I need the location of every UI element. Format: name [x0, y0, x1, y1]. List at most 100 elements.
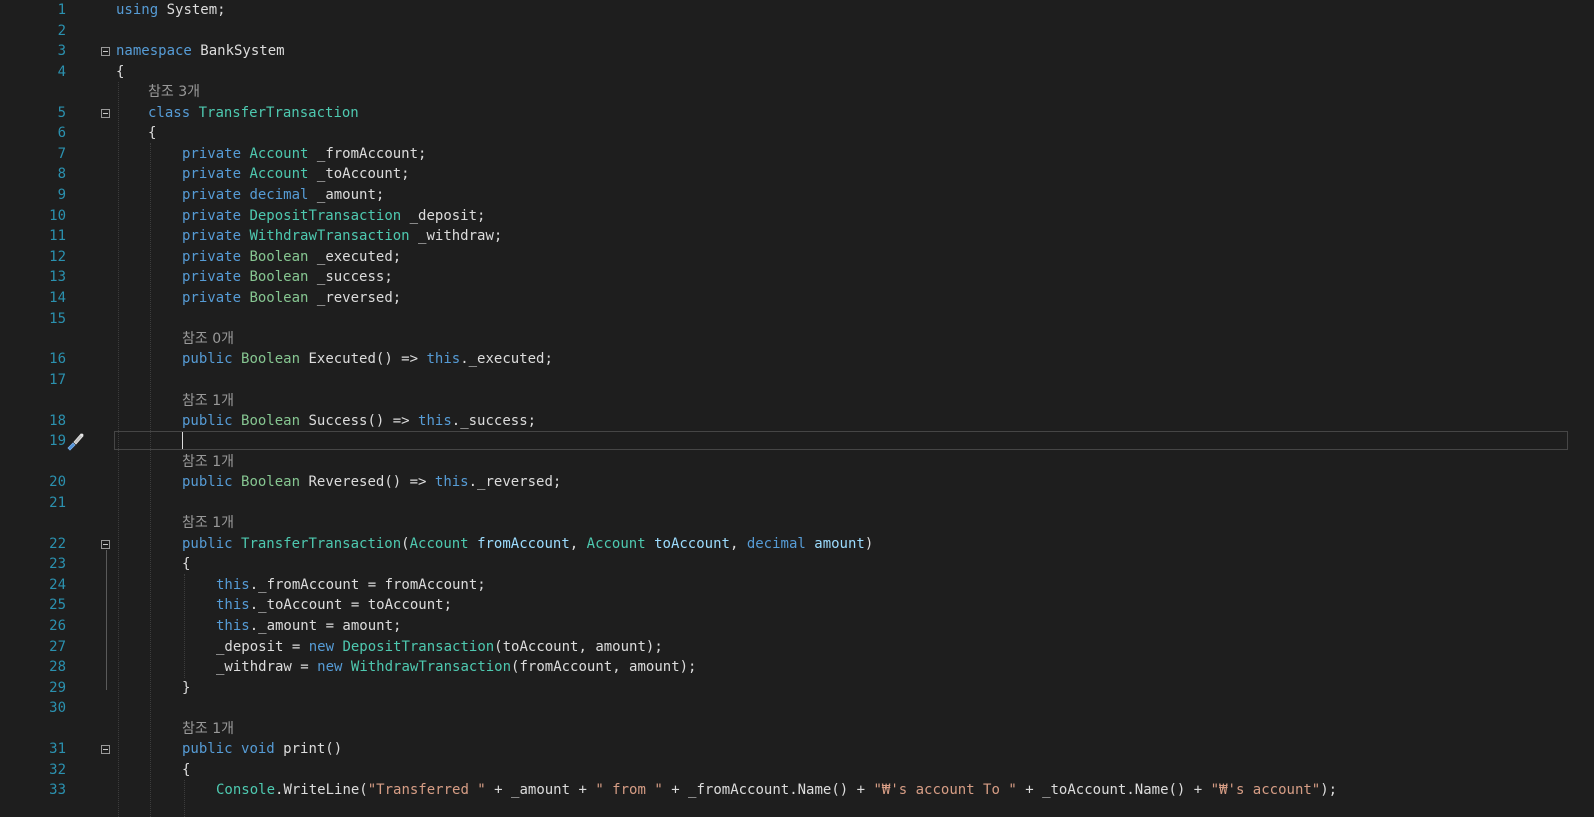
- code-line[interactable]: 33 Console.WriteLine("Transferred " + _am…: [0, 780, 1594, 800]
- line-number: 27: [49, 638, 66, 655]
- code-line[interactable]: 5 class TransferTransaction: [0, 103, 1594, 123]
- codelens-label[interactable]: 참조 1개: [182, 391, 234, 411]
- collapse-icon[interactable]: [101, 47, 110, 57]
- code-token: (toAccount, amount);: [494, 638, 663, 655]
- codelens-references[interactable]: 참조 1개: [0, 452, 1594, 472]
- code-token: Boolean: [249, 290, 309, 306]
- code-line[interactable]: 12 private Boolean _executed;: [0, 247, 1594, 267]
- code-token: namespace: [116, 43, 192, 60]
- line-number: 14: [49, 290, 66, 306]
- code-line[interactable]: 25 this._toAccount = toAccount;: [0, 595, 1594, 615]
- line-number: 21: [49, 494, 66, 511]
- code-line[interactable]: 29}: [0, 678, 1594, 698]
- code-text: {: [182, 554, 190, 574]
- line-number: 1: [57, 2, 66, 18]
- collapse-icon[interactable]: [101, 108, 110, 118]
- line-number: 32: [49, 761, 66, 778]
- code-text: this._fromAccount = fromAccount;: [216, 575, 486, 595]
- code-token: decimal: [746, 535, 806, 552]
- code-token: _withdraw;: [409, 228, 503, 245]
- code-token: new: [308, 638, 335, 655]
- code-text: using System;: [116, 0, 226, 20]
- line-number: 28: [49, 659, 66, 676]
- codelens-references[interactable]: 참조 1개: [0, 391, 1594, 411]
- code-token: private: [182, 248, 242, 265]
- line-number: 20: [49, 474, 66, 491]
- code-line[interactable]: 28 _withdraw = new WithdrawTransaction(fr…: [0, 657, 1594, 677]
- codelens-label[interactable]: 참조 0개: [182, 329, 234, 349]
- code-text: private Boolean _reversed;: [182, 288, 401, 308]
- code-line[interactable]: 30: [0, 698, 1594, 718]
- line-number: 4: [57, 63, 66, 80]
- code-line[interactable]: 6{: [0, 123, 1594, 143]
- code-text: public Boolean Success() => this._succes…: [182, 411, 536, 431]
- code-line[interactable]: 23 {: [0, 554, 1594, 574]
- code-token: BankSystem: [191, 43, 285, 60]
- collapse-icon[interactable]: [101, 745, 110, 755]
- code-token: _deposit;: [401, 207, 486, 224]
- code-line[interactable]: 32 {: [0, 760, 1594, 780]
- code-line[interactable]: 10 private DepositTransaction _deposit;: [0, 206, 1594, 226]
- code-token: DepositTransaction: [342, 638, 495, 655]
- code-line[interactable]: 16 public Boolean Executed() => this._exe…: [0, 349, 1594, 369]
- codelens-references[interactable]: 참조 3개: [0, 82, 1594, 102]
- code-line[interactable]: 18 public Boolean Success() => this._succ…: [0, 411, 1594, 431]
- code-line[interactable]: 20 public Boolean Reveresed() => this._re…: [0, 472, 1594, 492]
- code-token: ._executed;: [460, 351, 553, 368]
- method-indent-guide: [184, 574, 185, 678]
- code-line[interactable]: 14 private Boolean _reversed;: [0, 288, 1594, 308]
- line-number: 23: [49, 556, 66, 573]
- fold-region-line: [106, 549, 107, 690]
- line-number: 5: [57, 104, 66, 121]
- paintbrush-icon[interactable]: [64, 431, 86, 451]
- code-line[interactable]: 27 _deposit = new DepositTransaction(toAc…: [0, 637, 1594, 657]
- code-editor[interactable]: 1 using System; 2 3 namespace BankSystem 4{참조…: [0, 0, 1594, 817]
- code-line[interactable]: 2: [0, 21, 1594, 41]
- code-token: new: [317, 659, 343, 676]
- code-line[interactable]: 21: [0, 493, 1594, 513]
- codelens-references[interactable]: 참조 1개: [0, 719, 1594, 739]
- collapse-icon[interactable]: [101, 539, 110, 549]
- code-token: + _fromAccount.Name() +: [662, 782, 874, 799]
- code-line[interactable]: 15: [0, 309, 1594, 329]
- code-token: public: [182, 351, 233, 368]
- codelens-label[interactable]: 참조 1개: [182, 719, 234, 739]
- codelens-label[interactable]: 참조 1개: [182, 513, 234, 533]
- code-line[interactable]: 4{: [0, 62, 1594, 82]
- current-line-highlight: [114, 431, 1568, 451]
- line-number: 33: [49, 782, 66, 799]
- code-token: this: [216, 597, 250, 614]
- code-line[interactable]: 31 public void print(): [0, 739, 1594, 759]
- code-line[interactable]: 22 public TransferTransaction(Account fro…: [0, 534, 1594, 554]
- code-token: _success;: [308, 269, 393, 286]
- code-line[interactable]: 17: [0, 370, 1594, 390]
- line-number: 26: [49, 618, 66, 634]
- codelens-references[interactable]: 참조 1개: [0, 513, 1594, 533]
- code-line[interactable]: 13 private Boolean _success;: [0, 267, 1594, 287]
- code-line[interactable]: 26 this._amount = amount;: [0, 616, 1594, 636]
- line-number: 19: [49, 433, 66, 450]
- code-token: private: [182, 228, 242, 245]
- code-line[interactable]: 1 using System;: [0, 0, 1594, 20]
- code-line[interactable]: 9 private decimal _amount;: [0, 185, 1594, 205]
- line-number: 7: [57, 145, 66, 162]
- code-line[interactable]: 11 private WithdrawTransaction _withdraw;: [0, 226, 1594, 246]
- code-line[interactable]: 8 private Account _toAccount;: [0, 164, 1594, 184]
- code-line[interactable]: 7 private Account _fromAccount;: [0, 144, 1594, 164]
- code-token: + _toAccount.Name() +: [1016, 782, 1211, 799]
- code-token: Account: [409, 535, 469, 552]
- code-token: ,: [729, 535, 747, 552]
- code-token: TransferTransaction: [198, 104, 359, 121]
- codelens-label[interactable]: 참조 3개: [148, 82, 200, 102]
- code-line[interactable]: 24 this._fromAccount = fromAccount;: [0, 575, 1594, 595]
- codelens-label[interactable]: 참조 1개: [182, 452, 234, 472]
- code-line[interactable]: 3 namespace BankSystem: [0, 41, 1594, 61]
- code-text: public TransferTransaction(Account fromA…: [182, 534, 873, 554]
- code-token: private: [182, 269, 242, 286]
- code-text: private WithdrawTransaction _withdraw;: [182, 226, 502, 246]
- line-number: 3: [57, 43, 66, 60]
- codelens-references[interactable]: 참조 0개: [0, 329, 1594, 349]
